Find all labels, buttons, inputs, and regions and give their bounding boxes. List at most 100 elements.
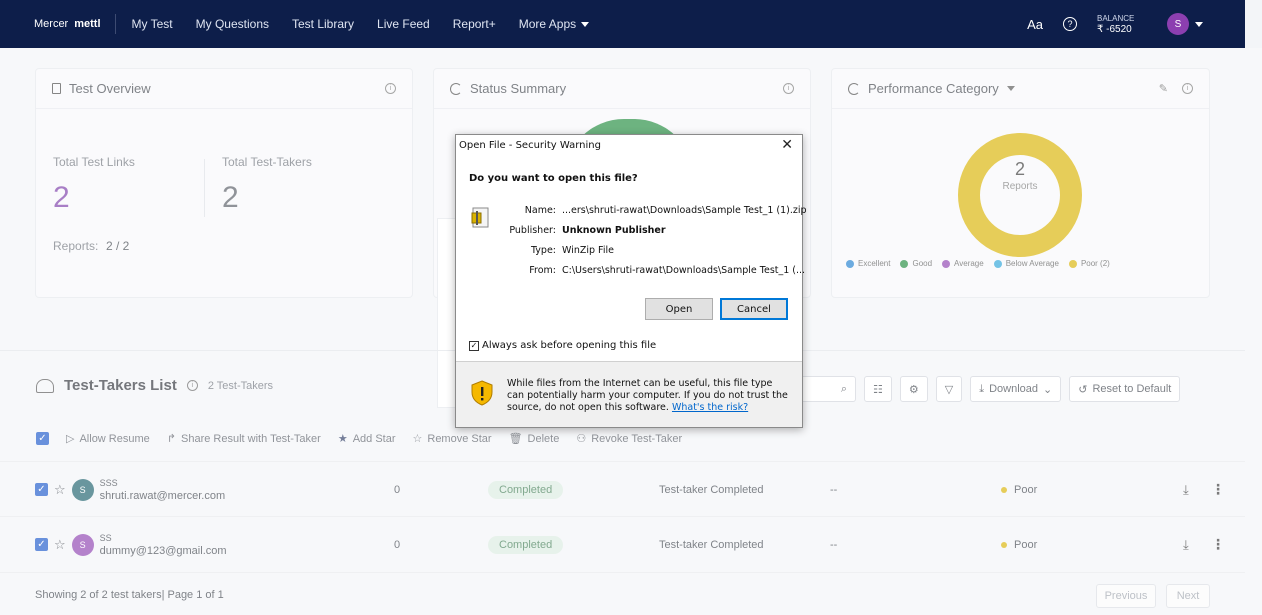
remove-star-button[interactable]: ☆ Remove Star [413,432,492,446]
list-footer: Showing 2 of 2 test takers| Page 1 of 1 … [0,572,1245,615]
revoke-button[interactable]: ⚇ Revoke Test-Taker [576,432,683,446]
avatar: S [71,478,94,501]
pie-chart-icon [848,82,860,95]
divider [204,159,205,217]
delete-button[interactable]: 🗑 Delete [509,432,560,446]
table-row[interactable]: ✓ ☆ S SS dummy@123@gmail.com 0 Completed… [0,516,1245,571]
row-select: ✓ ☆ S SS dummy@123@gmail.com [35,517,227,572]
legend-label: Good [912,259,933,268]
info-icon[interactable]: i [1182,83,1193,94]
share-icon: ↱ [166,433,176,445]
add-star-button[interactable]: ★ Add Star [338,432,396,446]
nav-my-questions[interactable]: My Questions [196,17,269,31]
card-header: Performance Category ✎ i [832,69,1209,109]
reset-default-button[interactable]: ↺ Reset to Default [1069,376,1181,402]
share-result-button[interactable]: ↱ Share Result with Test-Taker [166,432,321,446]
performance-donut [958,133,1082,257]
next-button[interactable]: Next [1166,584,1210,608]
card-title: Status Summary [470,81,567,96]
taker-name: SSS [99,477,118,488]
legend-item: Average [942,259,984,268]
total-links-label: Total Test Links [53,155,135,169]
filter-button[interactable]: ▽ [935,376,963,402]
nav-test-library[interactable]: Test Library [292,17,354,31]
legend-item: Good [900,259,932,268]
whats-the-risk-link[interactable]: What's the risk? [672,402,748,413]
publisher-value: Unknown Publisher [562,225,666,236]
card-title: Test Overview [69,81,151,96]
play-icon: ▷ [66,433,75,445]
always-ask-checkbox[interactable]: ✓ [469,340,479,351]
select-all-checkbox[interactable]: ✓ [36,432,49,445]
total-takers-label: Total Test-Takers [222,155,312,169]
category-cell: Poor [1001,462,1037,517]
info-icon[interactable]: i [186,380,198,391]
search-icon: ⌕ [840,382,847,395]
download-icon[interactable]: ⤓ [1183,462,1189,517]
legend-item: Below Average [993,259,1059,268]
more-options-icon[interactable]: ⋮ [1211,517,1225,572]
row-checkbox[interactable]: ✓ [35,538,48,551]
legend-dot [900,259,909,268]
star-outline-icon[interactable]: ☆ [54,482,66,498]
previous-button[interactable]: Previous [1096,584,1156,608]
result-cell: Test-taker Completed [659,483,764,496]
info-icon[interactable]: i [385,83,396,94]
action-label: Add Star [352,432,396,445]
nav-live-feed[interactable]: Live Feed [377,17,430,31]
more-options-icon[interactable]: ⋮ [1211,462,1225,517]
legend-item: Excellent [846,259,890,268]
star-outline-icon[interactable]: ☆ [54,537,66,553]
always-ask-option[interactable]: ✓ Always ask before opening this file [469,340,656,351]
info-icon[interactable]: i [783,83,794,94]
download-icon[interactable]: ⤓ [1183,517,1189,572]
chevron-down-icon[interactable] [1006,86,1015,91]
open-button[interactable]: Open [645,298,713,320]
row-checkbox[interactable]: ✓ [35,483,48,496]
taker-info: SSS shruti.rawat@mercer.com [100,477,225,503]
logo[interactable]: Mercer mettl [34,14,116,34]
action-label: Revoke Test-Taker [591,432,683,445]
dialog-question: Do you want to open this file? [469,173,638,184]
taker-email: dummy@123@gmail.com [99,544,227,557]
total-takers-value: 2 [222,181,239,214]
test-takers-count: 2 Test-Takers [207,379,274,392]
filter-icon: ▽ [944,383,954,396]
legend-label: Below Average [1005,259,1059,268]
nav-more-apps-label: More Apps [518,17,577,31]
chevron-down-icon: ⌄ [1043,383,1053,396]
legend-dot [846,259,854,268]
nav-more-apps[interactable]: More Apps [518,17,590,31]
pie-chart-icon [450,82,462,95]
search-button[interactable]: ⌕ [800,376,856,402]
action-label: Remove Star [427,432,492,445]
zip-file-icon [471,207,489,228]
score-cell: 0 [394,483,401,496]
action-label: Allow Resume [79,432,150,445]
list-toolbar: ⌕ ☷ ⚙ ▽ ⤓ Download ⌄ ↺ Reset to Default [800,376,1181,402]
user-menu[interactable]: S [1167,13,1203,35]
close-icon[interactable]: ✕ [781,137,793,153]
category-dot [1001,486,1007,493]
download-button[interactable]: ⤓ Download ⌄ [970,376,1062,402]
allow-resume-button[interactable]: ▷ Allow Resume [66,432,150,446]
card-title[interactable]: Performance Category [868,81,999,96]
avatar: S [71,533,94,556]
nav-my-test[interactable]: My Test [132,17,173,31]
taker-name: SS [99,532,112,543]
legend-label: Average [954,259,984,268]
help-icon[interactable]: ? [1063,17,1077,31]
nav-report-plus[interactable]: Report+ [453,17,496,31]
category-dot [1001,541,1007,548]
cancel-button[interactable]: Cancel [720,298,788,320]
settings-button[interactable]: ⚙ [899,376,928,402]
status-badge: Completed [488,535,564,554]
donut-label: Reports [1002,181,1038,192]
columns-button[interactable]: ☷ [864,376,892,402]
document-icon [52,83,61,94]
edit-icon[interactable]: ✎ [1159,82,1168,95]
total-links-value[interactable]: 2 [53,181,70,215]
status-cell: Completed [488,517,564,572]
font-size-toggle[interactable]: Aa [1027,17,1043,32]
table-row[interactable]: ✓ ☆ S SSS shruti.rawat@mercer.com 0 Comp… [0,461,1245,516]
